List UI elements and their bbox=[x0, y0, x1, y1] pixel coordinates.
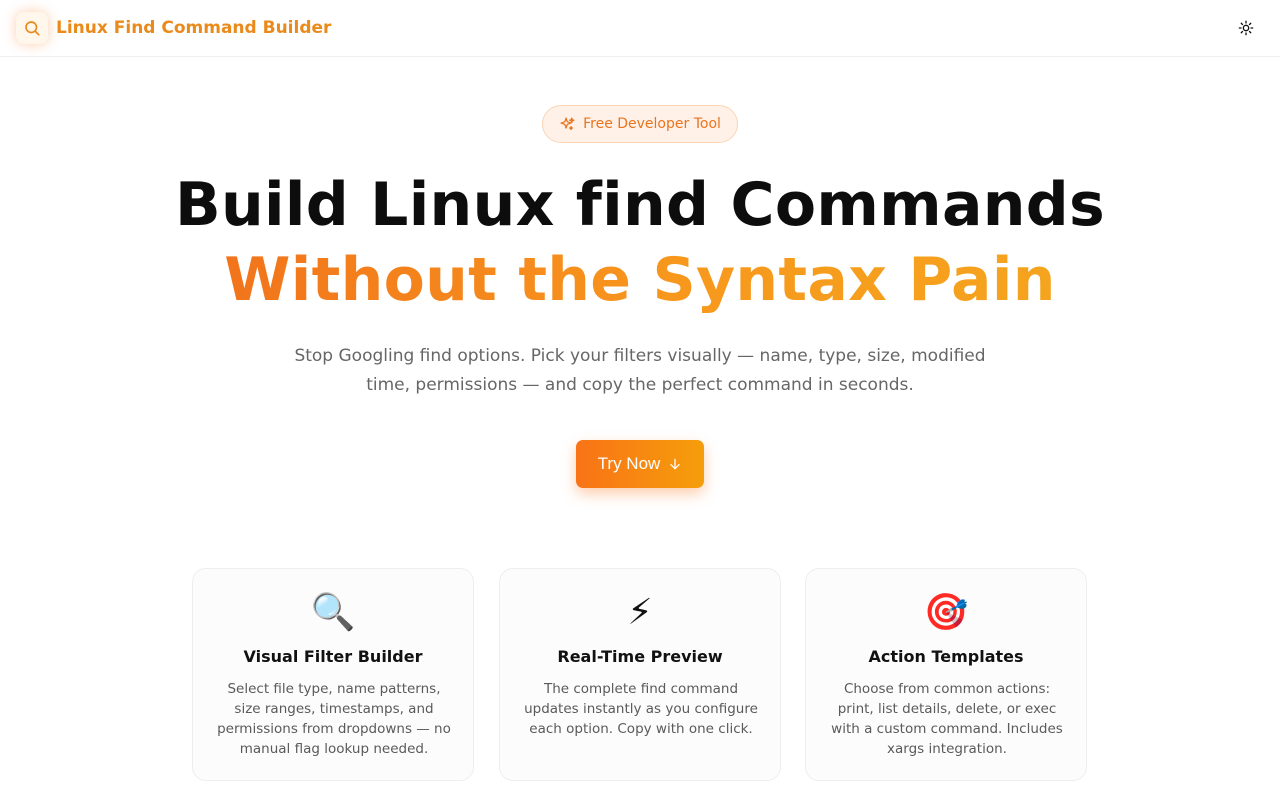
feature-card-real-time-preview: ⚡ Real-Time Preview The complete find co… bbox=[499, 568, 781, 781]
try-now-label: Try Now bbox=[597, 454, 661, 473]
feature-description: Select file type, name patterns, size ra… bbox=[217, 681, 451, 757]
free-tool-badge: Free Developer Tool bbox=[542, 105, 738, 143]
theme-toggle-button[interactable] bbox=[1232, 14, 1260, 42]
sun-icon bbox=[1238, 20, 1254, 36]
feature-card-visual-filter: 🔍 Visual Filter Builder Select file type… bbox=[192, 568, 474, 781]
feature-title: Real-Time Preview bbox=[557, 647, 723, 666]
magnifier-icon: 🔍 bbox=[310, 592, 356, 633]
feature-title: Action Templates bbox=[868, 647, 1024, 666]
hero-highlight-text: Without the Syntax Pain bbox=[224, 245, 1056, 315]
logo-button[interactable] bbox=[16, 12, 48, 44]
search-icon bbox=[23, 19, 41, 37]
hero-highlight: Without the Syntax Pain bbox=[0, 245, 1280, 315]
top-nav: Linux Find Command Builder bbox=[0, 0, 1280, 57]
feature-title: Visual Filter Builder bbox=[243, 647, 423, 666]
feature-description: The complete find command updates instan… bbox=[524, 681, 758, 737]
hero-title: Build Linux find Commands bbox=[174, 170, 1106, 240]
feature-card-action-templates: 🎯 Action Templates Choose from common ac… bbox=[805, 568, 1087, 781]
badge-label: Free Developer Tool bbox=[583, 116, 721, 132]
try-now-button[interactable]: Try Now bbox=[576, 440, 704, 488]
brand-title[interactable]: Linux Find Command Builder bbox=[56, 17, 331, 39]
lightning-icon: ⚡ bbox=[627, 592, 653, 633]
hero-subtitle: Stop Googling find options. Pick your fi… bbox=[294, 346, 986, 395]
feature-description: Choose from common actions: print, list … bbox=[831, 681, 1063, 757]
target-icon: 🎯 bbox=[923, 592, 969, 633]
sparkles-icon bbox=[559, 116, 576, 133]
arrow-down-icon bbox=[668, 457, 682, 471]
